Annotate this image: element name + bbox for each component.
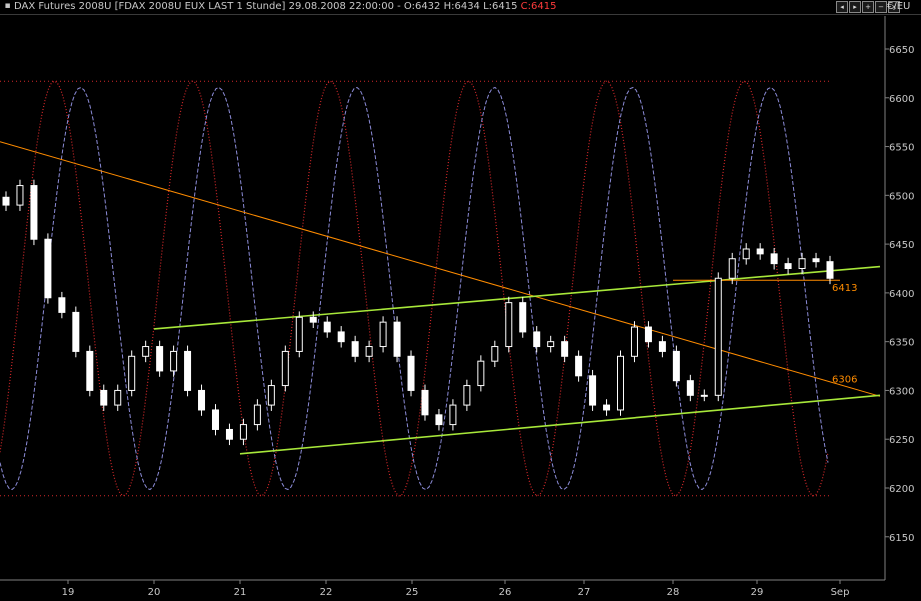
y-tick-label: 6300 bbox=[889, 386, 914, 397]
x-tick-label: 25 bbox=[406, 587, 419, 598]
candle-body bbox=[253, 404, 261, 426]
candle-body bbox=[812, 258, 820, 263]
candle-body bbox=[672, 350, 680, 382]
candle-body bbox=[44, 238, 52, 299]
candle-body bbox=[393, 321, 401, 357]
candle-body bbox=[239, 424, 247, 440]
y-tick-label: 6450 bbox=[889, 240, 914, 251]
x-tick-label: 21 bbox=[234, 587, 247, 598]
oscillator-fast bbox=[0, 80, 829, 497]
candle-body bbox=[603, 404, 611, 411]
annotation-label: 6306 bbox=[832, 375, 857, 386]
y-tick-label: 6600 bbox=[889, 94, 914, 105]
y-tick-label: 6250 bbox=[889, 435, 914, 446]
candle-body bbox=[533, 331, 541, 348]
candles bbox=[2, 179, 834, 446]
candle-body bbox=[435, 414, 443, 426]
candle-body bbox=[58, 297, 66, 313]
y-tick-label: 6200 bbox=[889, 484, 914, 495]
candle-body bbox=[211, 409, 219, 430]
candle-body bbox=[309, 316, 317, 323]
candle-body bbox=[128, 355, 136, 391]
x-tick-label: 22 bbox=[320, 587, 333, 598]
candle-body bbox=[700, 394, 708, 397]
candle-body bbox=[198, 389, 206, 411]
candle-body bbox=[658, 341, 666, 352]
candle-body bbox=[589, 375, 597, 406]
candle-body bbox=[30, 185, 38, 240]
candle-body bbox=[491, 346, 499, 362]
y-tick-label: 6500 bbox=[889, 191, 914, 202]
candle-body bbox=[16, 185, 24, 206]
candle-body bbox=[644, 326, 652, 343]
candle-body bbox=[184, 350, 192, 391]
candle-body bbox=[323, 321, 331, 333]
candle-body bbox=[519, 302, 527, 333]
candle-body bbox=[365, 346, 373, 357]
x-tick-label: 19 bbox=[62, 587, 75, 598]
candle-body bbox=[225, 428, 233, 440]
candle-body bbox=[770, 253, 778, 265]
candle-body bbox=[561, 341, 569, 357]
y-tick-label: 6400 bbox=[889, 289, 914, 300]
candle-body bbox=[826, 261, 834, 279]
oscillator-slow bbox=[0, 86, 829, 491]
candle-body bbox=[756, 248, 764, 255]
candle-body bbox=[142, 346, 150, 357]
candle-body bbox=[630, 326, 638, 357]
candle-body bbox=[798, 258, 806, 270]
candle-body bbox=[267, 385, 275, 406]
candle-body bbox=[281, 350, 289, 387]
candle-body bbox=[114, 389, 122, 406]
x-tick-label: Sep bbox=[831, 587, 850, 598]
candle-body bbox=[547, 341, 555, 348]
oscillators bbox=[0, 80, 829, 497]
candle-body bbox=[617, 355, 625, 411]
candle-body bbox=[463, 385, 471, 406]
candle-body bbox=[728, 258, 736, 279]
y-tick-label: 6150 bbox=[889, 533, 914, 544]
candle-body bbox=[714, 277, 722, 396]
candle-body bbox=[505, 302, 513, 348]
candle-body bbox=[295, 316, 303, 352]
candle-body bbox=[407, 355, 415, 391]
reference-lines bbox=[0, 80, 830, 497]
x-tick-label: 29 bbox=[751, 587, 764, 598]
y-tick-label: 6350 bbox=[889, 338, 914, 349]
candle-body bbox=[575, 355, 583, 377]
candle-body bbox=[86, 350, 94, 391]
axes: 6150 6200 6250 6300 6350 6400 6450 6500 6550 6600… bbox=[0, 16, 921, 598]
y-tick-label: 6550 bbox=[889, 143, 914, 154]
candle-body bbox=[742, 248, 750, 260]
candle-body bbox=[100, 389, 108, 406]
trendline bbox=[239, 394, 881, 455]
candle-body bbox=[156, 346, 164, 372]
trendlines bbox=[0, 141, 881, 455]
candle-body bbox=[379, 321, 387, 348]
candle-body bbox=[72, 311, 80, 352]
candle-body bbox=[686, 380, 694, 396]
x-tick-label: 26 bbox=[499, 587, 512, 598]
x-tick-label: 28 bbox=[667, 587, 680, 598]
price-chart[interactable]: 641363066415 615062006250630063506400645… bbox=[0, 0, 921, 601]
x-tick-label: 27 bbox=[578, 587, 591, 598]
y-tick-label: 6650 bbox=[889, 45, 914, 56]
candle-body bbox=[449, 404, 457, 426]
candle-body bbox=[351, 341, 359, 357]
candle-body bbox=[421, 389, 429, 416]
candle-body bbox=[337, 331, 345, 343]
trendline bbox=[153, 265, 881, 330]
annotation-label: 6413 bbox=[832, 283, 857, 294]
x-tick-label: 20 bbox=[148, 587, 161, 598]
candle-body bbox=[477, 360, 485, 387]
candle-body bbox=[784, 263, 792, 270]
candle-body bbox=[170, 350, 178, 372]
candle-body bbox=[2, 196, 10, 206]
